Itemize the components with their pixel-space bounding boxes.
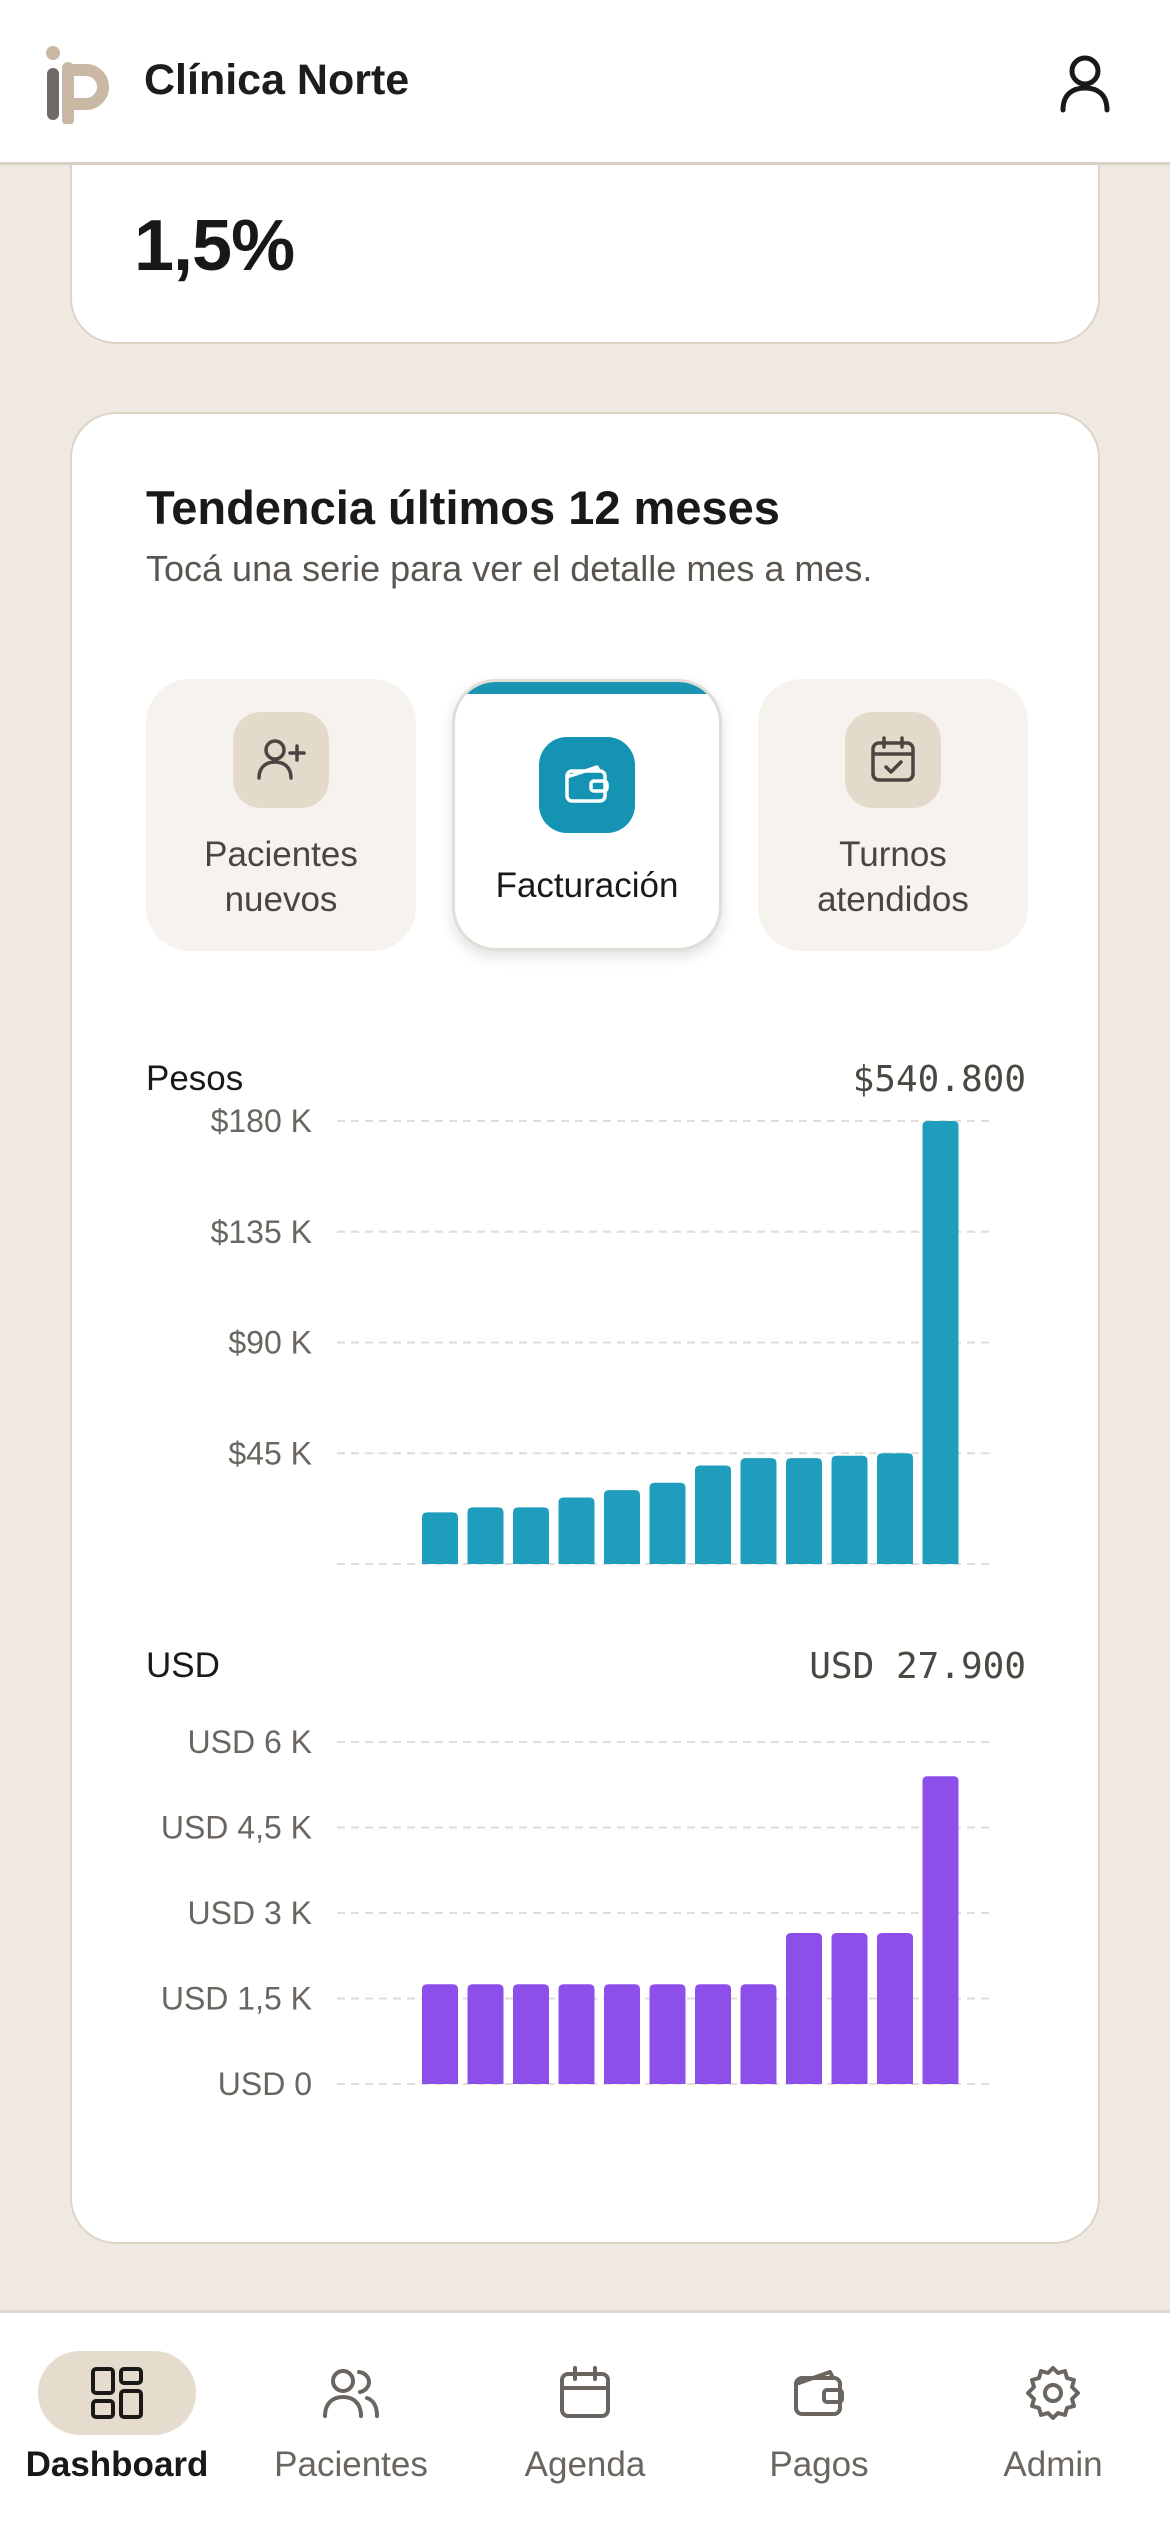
nav-item-dashboard[interactable]: Dashboard <box>0 2313 234 2532</box>
y-tick-label: $90 K <box>228 1325 312 1361</box>
chart-bar[interactable] <box>740 1458 777 1564</box>
chart-bar[interactable] <box>922 1776 959 2084</box>
chart-bar[interactable] <box>695 1465 731 1564</box>
app-header: Clínica Norte <box>0 0 1170 165</box>
user-plus-icon <box>233 712 329 808</box>
trend-subtitle: Tocá una serie para ver el detalle mes a… <box>146 548 873 589</box>
chart-bar[interactable] <box>604 1984 640 2084</box>
chart-bar[interactable] <box>877 1932 913 2084</box>
chart-bar[interactable] <box>831 1932 868 2084</box>
chart-bar[interactable] <box>649 1482 686 1564</box>
chart-bar[interactable] <box>467 1507 504 1564</box>
users-icon <box>272 2351 430 2435</box>
gear-icon <box>974 2351 1132 2435</box>
y-tick-label: USD 1,5 K <box>161 1981 312 2017</box>
chart-bar[interactable] <box>513 1507 549 1564</box>
clinic-title: Clínica Norte <box>144 56 410 104</box>
nav-item-pacientes[interactable]: Pacientes <box>234 2313 468 2532</box>
chart-bar[interactable] <box>558 1497 595 1564</box>
chart-bar[interactable] <box>786 1932 822 2084</box>
y-tick-label: USD 6 K <box>188 1724 312 1760</box>
nav-item-agenda[interactable]: Agenda <box>468 2313 702 2532</box>
chart-bar[interactable] <box>922 1121 959 1564</box>
chart-bar[interactable] <box>786 1458 822 1564</box>
tab-label: Facturación <box>495 866 679 905</box>
metric-value: 1,5% <box>134 206 295 286</box>
chart-bar[interactable] <box>422 1512 458 1564</box>
calendar-icon <box>506 2351 664 2435</box>
pesos-bar-chart[interactable]: $45 K $90 K $135 K $180 K <box>72 1079 1102 1599</box>
y-tick-label: USD 4,5 K <box>161 1810 312 1846</box>
trend-title: Tendencia últimos 12 meses <box>146 481 780 534</box>
y-tick-label: USD 3 K <box>188 1895 312 1931</box>
ip-logo-icon <box>46 46 109 124</box>
bottom-nav: Dashboard Pacientes Agenda Pagos Admin <box>0 2310 1170 2532</box>
chart-bar[interactable] <box>695 1984 731 2084</box>
chart-bar[interactable] <box>422 1984 458 2084</box>
y-tick-label: $180 K <box>211 1103 312 1139</box>
nav-item-admin[interactable]: Admin <box>936 2313 1170 2532</box>
chart-bar[interactable] <box>740 1984 777 2084</box>
tab-pacientes-nuevos[interactable]: Pacientes nuevos <box>146 679 416 951</box>
chart-bar[interactable] <box>831 1455 868 1564</box>
tab-turnos-atendidos[interactable]: Turnos atendidos <box>758 679 1028 951</box>
tab-label: Pacientes nuevos <box>204 835 358 919</box>
chart-bar[interactable] <box>604 1490 640 1564</box>
tab-facturacion[interactable]: Facturación <box>452 679 722 951</box>
chart-bar[interactable] <box>467 1984 504 2084</box>
tab-label: Turnos atendidos <box>817 835 969 919</box>
wallet-icon <box>740 2351 898 2435</box>
calendar-check-icon <box>845 712 941 808</box>
chart-bar[interactable] <box>649 1984 686 2084</box>
usd-bar-chart[interactable]: USD 0 USD 1,5 K USD 3 K USD 4,5 K USD 6 K <box>72 1669 1102 2189</box>
y-tick-label: $135 K <box>211 1214 312 1250</box>
user-icon[interactable] <box>1054 52 1116 114</box>
chart-bar[interactable] <box>513 1984 549 2084</box>
chart-bar[interactable] <box>558 1984 595 2084</box>
chart-bar[interactable] <box>877 1453 913 1564</box>
y-tick-label: $45 K <box>228 1435 312 1471</box>
y-tick-label: USD 0 <box>218 2066 312 2102</box>
trend-card: Tendencia últimos 12 meses Tocá una seri… <box>70 412 1100 2244</box>
wallet-icon <box>539 737 635 833</box>
dashboard-grid-icon <box>38 2351 196 2435</box>
nav-item-pagos[interactable]: Pagos <box>702 2313 936 2532</box>
